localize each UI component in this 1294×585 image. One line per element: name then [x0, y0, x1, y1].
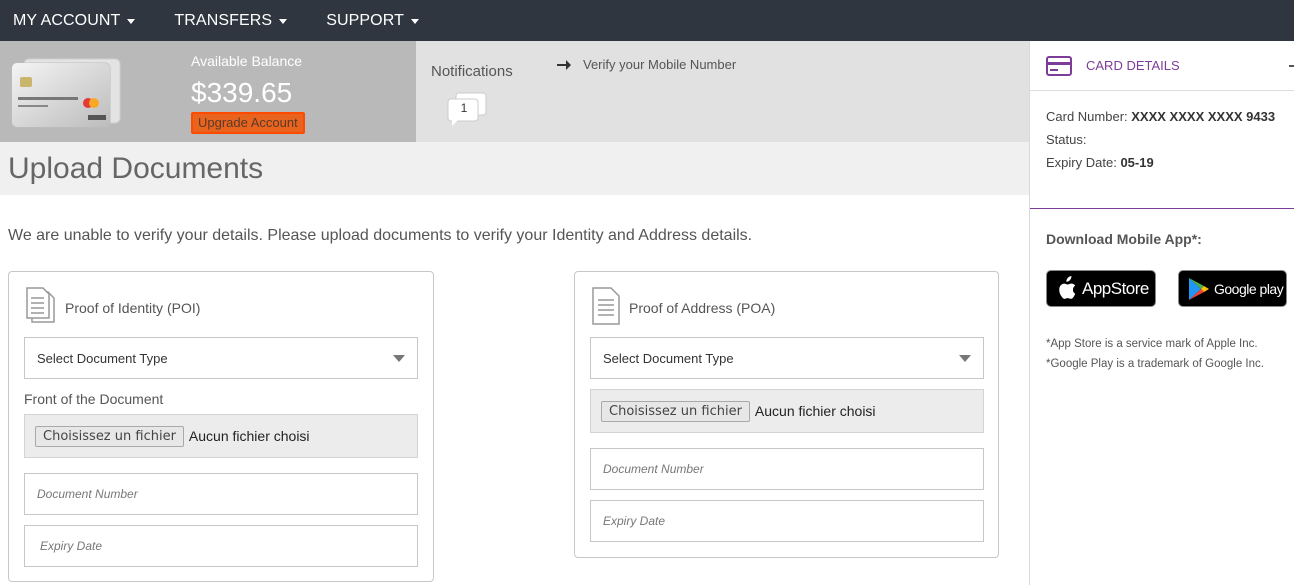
poa-title: Proof of Address (POA): [629, 300, 776, 316]
balance-panel: Available Balance $339.65 Upgrade Accoun…: [0, 41, 416, 142]
poi-select-label: Select Document Type: [37, 350, 168, 366]
poa-document-number-input[interactable]: Document Number: [590, 448, 984, 490]
caret-down-icon: [127, 19, 136, 24]
poa-choose-file-button[interactable]: Choisissez un fichier: [601, 400, 750, 422]
poi-header: Proof of Identity (POI): [24, 286, 200, 326]
page-title-bar: Upload Documents: [0, 142, 1029, 195]
nav-transfers[interactable]: TRANSFERS: [161, 0, 301, 41]
poa-header: Proof of Address (POA): [590, 286, 775, 326]
nav-my-account-label: MY ACCOUNT: [13, 11, 121, 29]
card-number-value: XXXX XXXX XXXX 9433: [1131, 109, 1276, 124]
poi-file-input: Choisissez un fichier Aucun fichier choi…: [24, 414, 418, 458]
card-info: Card Number: XXXX XXXX XXXX 9433 Status:…: [1046, 105, 1275, 174]
credit-card-image: [11, 58, 121, 128]
intro-text: We are unable to verify your details. Pl…: [8, 227, 753, 244]
card-details-title: CARD DETAILS: [1086, 58, 1180, 73]
nav-support-label: SUPPORT: [326, 11, 404, 29]
nav-transfers-label: TRANSFERS: [174, 11, 273, 29]
upgrade-account-button[interactable]: Upgrade Account: [191, 112, 305, 134]
google-play-button[interactable]: Google play: [1178, 270, 1287, 307]
chevron-down-icon: [393, 354, 405, 362]
nav-my-account[interactable]: MY ACCOUNT: [0, 0, 149, 41]
app-store-label: AppStore: [1082, 278, 1149, 298]
proof-of-identity-panel: Proof of Identity (POI) Select Document …: [8, 271, 434, 582]
card-number-row: Card Number: XXXX XXXX XXXX 9433: [1046, 105, 1275, 128]
nav-support[interactable]: SUPPORT: [313, 0, 433, 41]
expiry-label: Expiry Date:: [1046, 155, 1117, 170]
card-number-label: Card Number:: [1046, 109, 1128, 124]
poa-file-status: Aucun fichier choisi: [754, 403, 876, 419]
poi-choose-file-button[interactable]: Choisissez un fichier: [35, 425, 184, 447]
poi-expiry-date-input[interactable]: Expiry Date: [24, 525, 418, 567]
front-of-document-label: Front of the Document: [24, 391, 164, 407]
card-details-header[interactable]: CARD DETAILS: [1030, 41, 1294, 91]
notifications-panel: Notifications 1 Verify your Mobile Numbe…: [416, 41, 1029, 142]
verify-mobile-label: Verify your Mobile Number: [583, 57, 737, 72]
poa-select-label: Select Document Type: [603, 350, 734, 366]
app-store-button[interactable]: AppStore: [1046, 270, 1156, 307]
available-balance-value: $339.65: [191, 77, 293, 108]
right-sidebar: CARD DETAILS Card Number: XXXX XXXX XXXX…: [1029, 41, 1294, 585]
poi-document-type-select[interactable]: Select Document Type: [24, 337, 418, 379]
expiry-row: Expiry Date: 05-19: [1046, 151, 1275, 174]
poa-expiry-date-input[interactable]: Expiry Date: [590, 500, 984, 542]
chevron-down-icon: [959, 354, 971, 362]
poi-document-number-input[interactable]: Document Number: [24, 473, 418, 515]
caret-down-icon: [279, 19, 288, 24]
credit-card-icon: [1046, 55, 1072, 76]
available-balance-label: Available Balance: [191, 53, 303, 69]
notification-count: 1: [460, 101, 468, 115]
document-icon: [26, 287, 55, 323]
apple-icon: [1059, 275, 1076, 299]
top-nav: MY ACCOUNT TRANSFERS SUPPORT: [0, 0, 1294, 41]
poa-file-input: Choisissez un fichier Aucun fichier choi…: [590, 389, 984, 433]
google-play-icon: [1189, 277, 1209, 300]
expiry-value: 05-19: [1120, 155, 1154, 170]
poi-title: Proof of Identity (POI): [65, 300, 201, 316]
caret-down-icon: [410, 19, 419, 24]
page-title: Upload Documents: [8, 152, 264, 185]
sidebar-divider: [1030, 208, 1294, 209]
download-app-label: Download Mobile App*:: [1046, 231, 1202, 247]
appstore-disclaimer: *App Store is a service mark of Apple In…: [1046, 338, 1258, 350]
status-label: Status:: [1046, 132, 1087, 147]
notifications-label: Notifications: [431, 63, 513, 80]
poa-document-type-select[interactable]: Select Document Type: [590, 337, 984, 379]
arrow-right-icon: [557, 59, 571, 70]
verify-mobile-link[interactable]: Verify your Mobile Number: [557, 57, 736, 72]
document-icon: [592, 287, 620, 325]
minus-icon[interactable]: [1289, 65, 1294, 67]
poi-file-status: Aucun fichier choisi: [188, 428, 310, 444]
googleplay-disclaimer: *Google Play is a trademark of Google In…: [1046, 358, 1264, 370]
status-row: Status:: [1046, 128, 1275, 151]
store-disclaimer: *App Store is a service mark of Apple In…: [1046, 334, 1264, 374]
proof-of-address-panel: Proof of Address (POA) Select Document T…: [574, 271, 999, 558]
google-play-label: Google play: [1214, 280, 1284, 297]
